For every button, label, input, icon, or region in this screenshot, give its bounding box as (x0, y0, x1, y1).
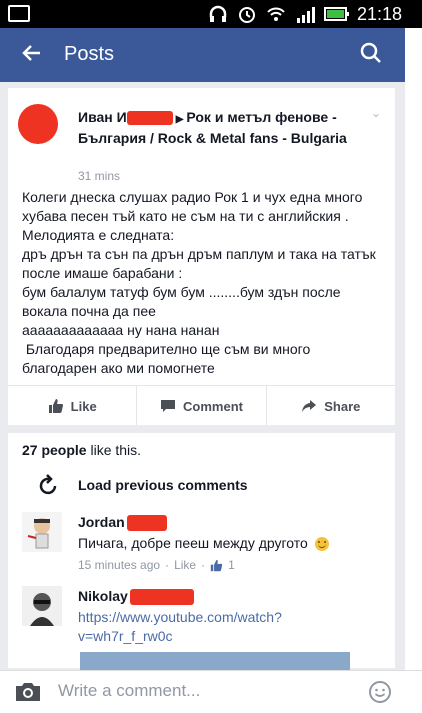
status-bar: 21:18 (0, 0, 422, 28)
comment-composer: Write a comment... (0, 670, 422, 713)
thumbs-up-icon (210, 559, 223, 571)
back-arrow-icon[interactable] (20, 41, 44, 65)
redaction-mark (126, 111, 173, 126)
post-header: Иван И ▶ Рок и метъл фенове - България / R… (78, 108, 368, 148)
likes-summary[interactable]: 27 people like this. (22, 442, 141, 458)
right-edge (405, 28, 422, 670)
link-preview-image[interactable] (80, 652, 350, 670)
page-title: Posts (64, 43, 115, 65)
comment-link[interactable]: https://www.youtube.com/watch?v=wh7r_f_r… (78, 608, 288, 646)
post-body: Колеги днеска слушах радио Рок 1 и чух е… (22, 189, 376, 376)
load-previous-comments[interactable]: Load previous comments (38, 474, 248, 496)
app-bar: Posts (0, 28, 405, 82)
post-time[interactable]: 31 mins (78, 169, 120, 183)
search-icon[interactable] (359, 41, 383, 65)
share-label: Share (324, 398, 361, 414)
notification-icon (8, 5, 30, 22)
chevron-down-icon[interactable]: ⌄ (371, 106, 381, 120)
divider (8, 425, 395, 433)
signal-icon (297, 7, 315, 23)
like-label: Like (70, 398, 97, 414)
emoji-icon[interactable] (368, 680, 392, 704)
like-button[interactable]: Like (8, 386, 138, 426)
comment-item: Jordan Пичага, добре пееш между другото … (22, 512, 392, 572)
post-card: Иван И ▶ Рок и метъл фенове - България / R… (8, 88, 395, 668)
separator-dot: · (165, 558, 170, 572)
comment-text-content: Пичага, добре пееш между другото (78, 535, 308, 551)
commenter-avatar[interactable] (22, 586, 62, 626)
likes-suffix: like this. (86, 442, 142, 458)
likes-count: 27 people (22, 442, 87, 458)
comment-button[interactable]: Comment (137, 386, 267, 426)
comment-label: Comment (183, 398, 243, 414)
share-button[interactable]: Share (267, 386, 395, 426)
commenter-name-text: Nikolay (78, 588, 128, 604)
comment-meta: 15 minutes ago · Like · 1 (78, 558, 235, 572)
refresh-icon (39, 474, 57, 495)
arrow-icon: ▶ (175, 114, 184, 125)
clock: 21:18 (356, 4, 402, 24)
comment-icon (161, 400, 176, 412)
commenter-name[interactable]: Nikolay (78, 588, 194, 606)
post-actions: Like Comment Share (8, 385, 395, 426)
redaction-mark (129, 589, 194, 606)
thumbs-up-icon (48, 399, 63, 413)
separator-dot: · (201, 558, 206, 572)
feed[interactable]: Иван И ▶ Рок и метъл фенове - България / R… (0, 82, 405, 670)
comment-like-link[interactable]: Like (174, 558, 196, 572)
author-name[interactable]: Иван И (78, 109, 127, 125)
load-previous-label: Load previous comments (78, 477, 248, 493)
battery-icon (324, 7, 349, 21)
comment-time[interactable]: 15 minutes ago (78, 558, 160, 572)
wifi-icon (267, 7, 285, 21)
headphones-icon (209, 5, 227, 22)
camera-icon[interactable] (14, 681, 42, 703)
comment-input[interactable]: Write a comment... (58, 681, 200, 701)
smile-icon (314, 537, 329, 552)
comment-text: Пичага, добре пееш между другото (78, 534, 388, 553)
comment-like-count: 1 (228, 558, 235, 572)
redaction-mark (126, 515, 167, 532)
alarm-icon (239, 7, 255, 23)
share-icon (302, 400, 317, 412)
author-avatar[interactable] (18, 104, 58, 144)
commenter-name-text: Jordan (78, 514, 125, 530)
commenter-avatar[interactable] (22, 512, 62, 552)
commenter-name[interactable]: Jordan (78, 514, 167, 532)
